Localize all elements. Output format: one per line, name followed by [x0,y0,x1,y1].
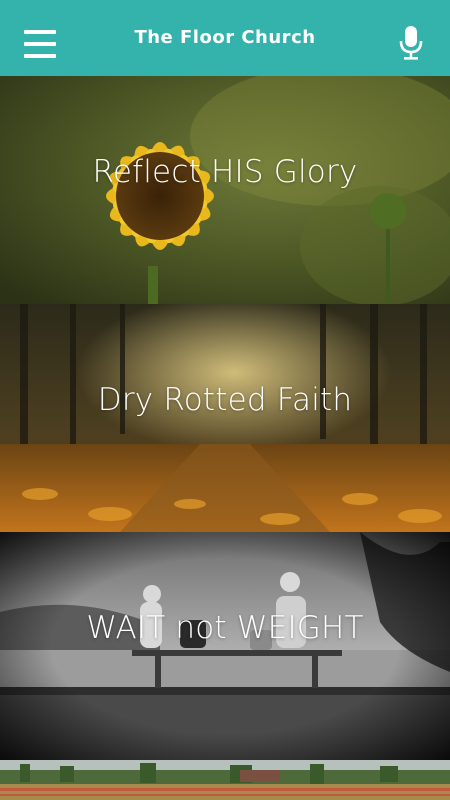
sermon-card-reflect-his-glory[interactable]: Reflect HIS Glory [0,76,450,304]
app-title: The Floor Church [134,26,316,48]
sermon-card-wait-not-weight[interactable]: WAIT not WEIGHT [0,532,450,760]
hamburger-menu-icon [24,30,56,34]
sermon-card-dry-rotted-faith[interactable]: Dry Rotted Faith [0,304,450,532]
autumn-path-image [0,304,450,532]
bench-couple-image [0,532,450,760]
sermon-card-partial[interactable] [0,760,450,800]
menu-button[interactable] [24,30,56,58]
microphone-icon[interactable] [398,25,424,61]
card-title: Reflect HIS Glory [92,154,358,190]
card-title: Dry Rotted Faith [97,382,353,418]
card-title: WAIT not WEIGHT [86,610,364,646]
field-image [0,760,450,800]
sunflower-image [0,76,450,304]
app-bar: The Floor Church [0,0,450,76]
